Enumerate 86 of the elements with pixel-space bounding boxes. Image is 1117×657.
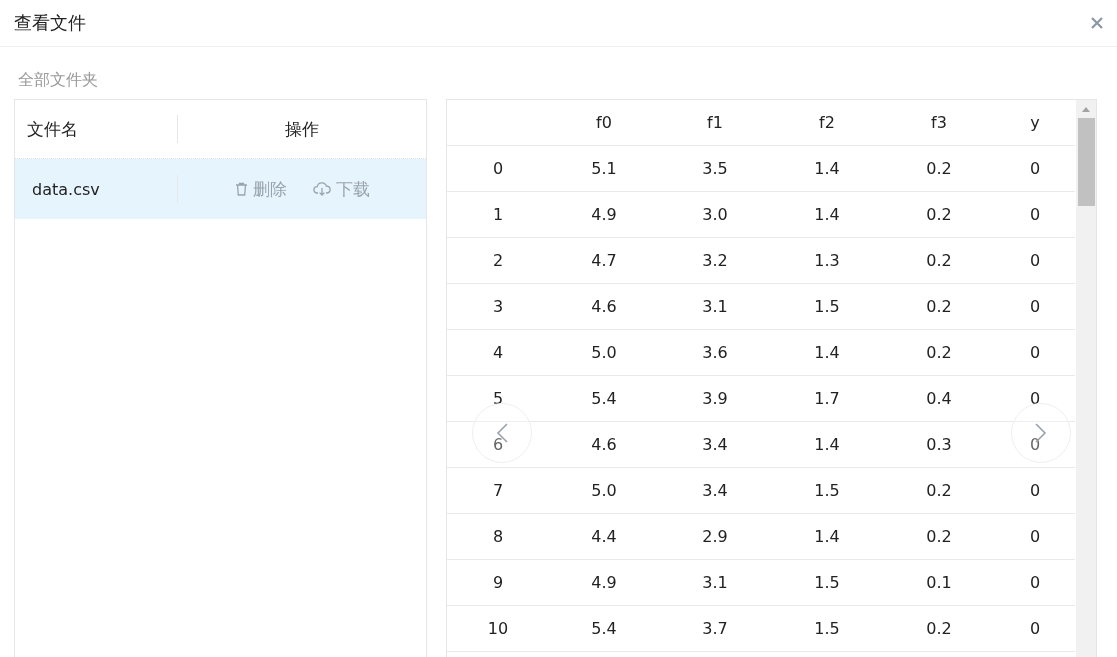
- table-cell: 4.6: [591, 435, 617, 454]
- table-cell: 9: [492, 573, 504, 592]
- cloud-download-icon: [312, 182, 331, 196]
- table-cell: 1.5: [814, 573, 840, 592]
- column-header: f2: [819, 113, 835, 132]
- table-cell: 3.1: [702, 573, 728, 592]
- table-cell: 1.4: [814, 435, 840, 454]
- table-cell: 5.4: [591, 619, 617, 638]
- trash-icon: [234, 182, 248, 196]
- file-row[interactable]: data.csv 删除 下载: [15, 159, 426, 219]
- delete-button[interactable]: 删除: [234, 177, 287, 201]
- table-cell: 0: [1029, 205, 1041, 224]
- table-cell: 3.4: [702, 435, 728, 454]
- table-cell: 1.7: [814, 389, 840, 408]
- table-cell: 0: [1029, 343, 1041, 362]
- download-button[interactable]: 下载: [312, 177, 370, 201]
- table-cell: 0.2: [926, 619, 952, 638]
- table-cell: 1.4: [814, 527, 840, 546]
- table-cell: 0: [1029, 527, 1041, 546]
- table-cell: 3.2: [702, 251, 728, 270]
- table-cell: 0: [1029, 159, 1041, 178]
- table-cell: 5.1: [591, 159, 617, 178]
- table-cell: 0.1: [926, 573, 952, 592]
- table-cell: 4.9: [591, 573, 617, 592]
- table-cell: 0: [1029, 619, 1041, 638]
- table-cell: 1.4: [814, 159, 840, 178]
- table-cell: 7: [492, 481, 504, 500]
- breadcrumb-link[interactable]: 全部文件夹: [18, 69, 98, 91]
- table-cell: 0.2: [926, 527, 952, 546]
- table-cell: 0.2: [926, 251, 952, 270]
- table-cell: 0: [1029, 435, 1041, 454]
- table-cell: 0: [1029, 251, 1041, 270]
- table-cell: 3.1: [702, 297, 728, 316]
- table-cell: 0: [492, 159, 504, 178]
- table-cell: 1.3: [814, 251, 840, 270]
- table-cell: 4.9: [591, 205, 617, 224]
- table-cell: 0: [1029, 481, 1041, 500]
- scroll-up-icon[interactable]: [1082, 107, 1090, 112]
- table-cell: 0.3: [926, 435, 952, 454]
- table-cell: 0.2: [926, 159, 952, 178]
- close-button[interactable]: [1091, 17, 1103, 29]
- table-cell: 1.5: [814, 481, 840, 500]
- table-cell: 8: [492, 527, 504, 546]
- table-cell: 1.5: [814, 297, 840, 316]
- table-cell: 3: [492, 297, 504, 316]
- table-cell: 0: [1029, 573, 1041, 592]
- table-cell: 3.7: [702, 619, 728, 638]
- table-cell: 4.6: [591, 297, 617, 316]
- table-cell: 1.4: [814, 343, 840, 362]
- dialog-title: 查看文件: [14, 11, 86, 35]
- table-cell: 5.4: [591, 389, 617, 408]
- table-cell: 3.0: [702, 205, 728, 224]
- table-cell: 0.4: [926, 389, 952, 408]
- column-header: y: [1030, 113, 1040, 132]
- scrollbar-thumb[interactable]: [1077, 118, 1095, 206]
- table-cell: 5.0: [591, 481, 617, 500]
- table-cell: 0.2: [926, 297, 952, 316]
- column-header: f3: [931, 113, 947, 132]
- column-header: f1: [707, 113, 723, 132]
- table-cell: 3.6: [702, 343, 728, 362]
- column-header: 文件名: [27, 117, 78, 141]
- table-cell: 4.7: [591, 251, 617, 270]
- table-cell: 0.2: [926, 481, 952, 500]
- file-name: data.csv: [31, 179, 100, 199]
- table-cell: 2.9: [702, 527, 728, 546]
- table-cell: 6: [492, 435, 504, 454]
- close-icon: [1091, 17, 1103, 29]
- table-cell: 0.2: [926, 205, 952, 224]
- table-cell: 5.0: [591, 343, 617, 362]
- table-cell: 3.9: [702, 389, 728, 408]
- table-cell: 10: [487, 619, 509, 638]
- table-cell: 1: [492, 205, 504, 224]
- scrollbar[interactable]: [1076, 100, 1096, 657]
- table-cell: 0: [1029, 297, 1041, 316]
- table-cell: 3.4: [702, 481, 728, 500]
- table-cell: 4: [492, 343, 504, 362]
- table-cell: 4.4: [591, 527, 617, 546]
- table-cell: 3.5: [702, 159, 728, 178]
- table-cell: 0: [1029, 389, 1041, 408]
- table-cell: 0.2: [926, 343, 952, 362]
- table-cell: 2: [492, 251, 504, 270]
- column-header: 操作: [285, 117, 319, 141]
- table-cell: 1.5: [814, 619, 840, 638]
- column-header: f0: [596, 113, 612, 132]
- table-cell: 5: [492, 389, 504, 408]
- table-cell: 1.4: [814, 205, 840, 224]
